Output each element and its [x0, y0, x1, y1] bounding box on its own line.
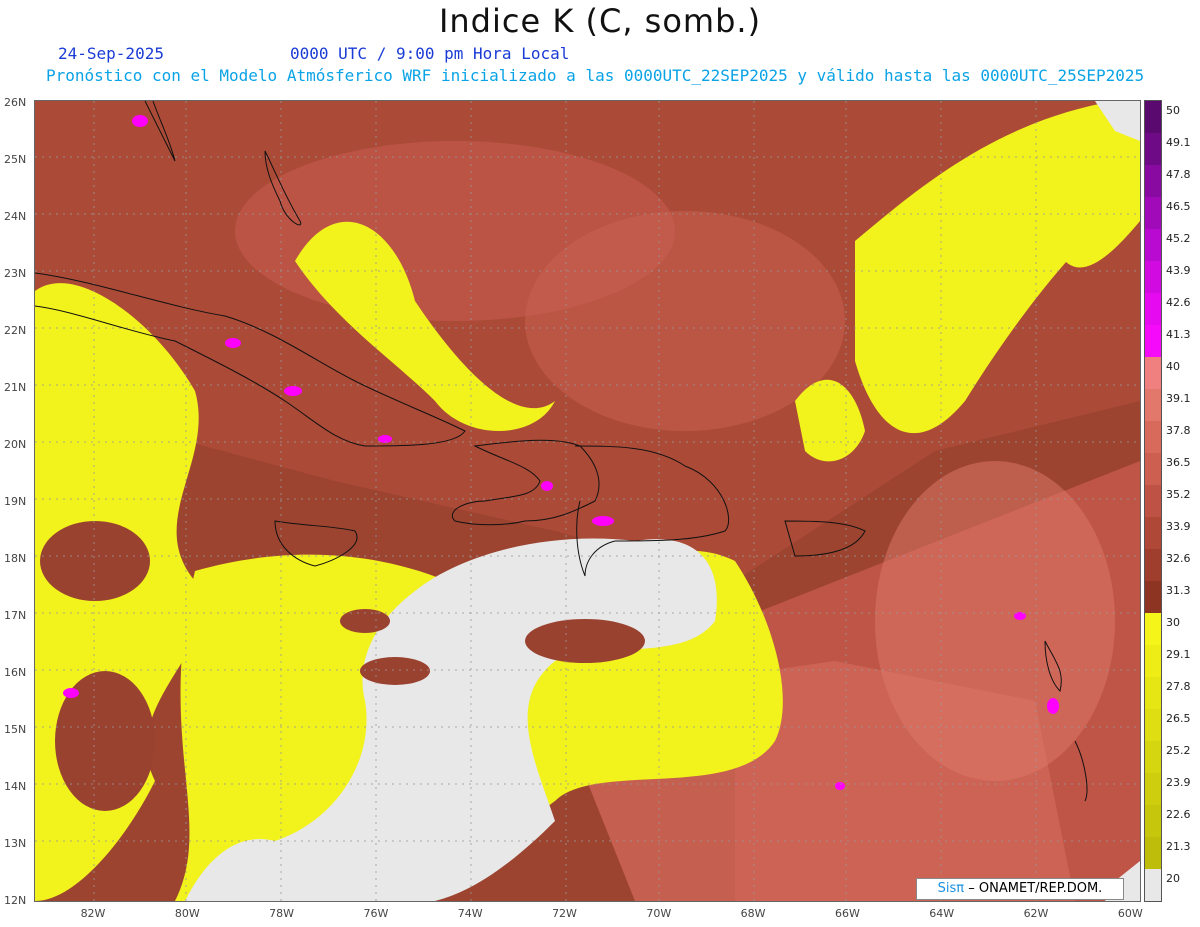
colorbar-segment: [1145, 101, 1161, 133]
latitude-label: 23N: [4, 267, 27, 280]
colorbar-tick-label: 26.5: [1166, 712, 1191, 725]
longitude-label: 60W: [1117, 907, 1143, 920]
colorbar-segment: [1145, 741, 1161, 773]
colorbar-segment: [1145, 773, 1161, 805]
colorbar-tick-label: 50: [1166, 104, 1180, 117]
longitude-label: 78W: [269, 907, 295, 920]
credit-box: Sisπ – ONAMET/REP.DOM.: [916, 878, 1124, 900]
colorbar-segment: [1145, 389, 1161, 421]
colorbar-segment: [1145, 709, 1161, 741]
colorbar-tick-label: 21.3: [1166, 840, 1191, 853]
latitude-label: 16N: [4, 666, 27, 679]
longitude-label: 68W: [740, 907, 766, 920]
latitude-label: 13N: [4, 837, 27, 850]
latitude-label: 14N: [4, 780, 27, 793]
colorbar-segment: [1145, 517, 1161, 549]
forecast-description: Pronóstico con el Modelo Atmósferico WRF…: [46, 66, 1145, 85]
colorbar-segment: [1145, 549, 1161, 581]
colorbar-segment: [1145, 645, 1161, 677]
colorbar-segment: [1145, 805, 1161, 837]
latitude-label: 19N: [4, 495, 27, 508]
longitude-label: 72W: [552, 907, 577, 920]
longitude-label: 66W: [834, 907, 860, 920]
colorbar-tick-label: 41.3: [1166, 328, 1191, 341]
colorbar-tick-label: 23.9: [1166, 776, 1191, 789]
colorbar-segment: [1145, 325, 1161, 357]
forecast-time: 0000 UTC / 9:00 pm Hora Local: [290, 44, 570, 63]
longitude-label: 74W: [457, 907, 483, 920]
colorbar-segment: [1145, 229, 1161, 261]
colorbar-tick-label: 32.6: [1166, 552, 1191, 565]
latitude-label: 15N: [4, 723, 27, 736]
credit-text: – ONAMET/REP.DOM.: [968, 881, 1103, 896]
colorbar-tick-label: 37.8: [1166, 424, 1191, 437]
k-index-field: [35, 101, 1140, 901]
colorbar-segment: [1145, 677, 1161, 709]
latitude-label: 12N: [4, 894, 27, 907]
colorbar-segment: [1145, 197, 1161, 229]
colorbar-segment: [1145, 357, 1161, 389]
colorbar-segment: [1145, 613, 1161, 645]
latitude-label: 20N: [4, 438, 27, 451]
colorbar-tick-label: 45.2: [1166, 232, 1191, 245]
colorbar-tick-label: 36.5: [1166, 456, 1191, 469]
colorbar-segment: [1145, 293, 1161, 325]
colorbar-tick-label: 49.1: [1166, 136, 1191, 149]
latitude-label: 24N: [4, 210, 27, 223]
colorbar-tick-label: 27.8: [1166, 680, 1191, 693]
colorbar-segment: [1145, 453, 1161, 485]
colorbar-tick-label: 29.1: [1166, 648, 1191, 661]
colorbar-tick-label: 46.5: [1166, 200, 1191, 213]
colorbar-tick-label: 47.8: [1166, 168, 1191, 181]
colorbar-segment: [1145, 133, 1161, 165]
colorbar-tick-label: 30: [1166, 616, 1180, 629]
longitude-label: 62W: [1023, 907, 1049, 920]
latitude-label: 17N: [4, 609, 27, 622]
colorbar-tick-label: 22.6: [1166, 808, 1191, 821]
longitude-label: 70W: [646, 907, 672, 920]
weather-map: [34, 100, 1141, 902]
longitude-label: 80W: [174, 907, 200, 920]
latitude-label: 22N: [4, 324, 27, 337]
colorbar: [1144, 100, 1162, 902]
forecast-date: 24-Sep-2025: [58, 44, 164, 63]
colorbar-tick-label: 42.6: [1166, 296, 1191, 309]
colorbar-segment: [1145, 581, 1161, 613]
colorbar-segment: [1145, 869, 1161, 901]
latitude-label: 18N: [4, 552, 27, 565]
colorbar-tick-label: 31.3: [1166, 584, 1191, 597]
colorbar-tick-label: 40: [1166, 360, 1180, 373]
colorbar-tick-label: 20: [1166, 872, 1180, 885]
colorbar-tick-label: 43.9: [1166, 264, 1191, 277]
latitude-label: 25N: [4, 153, 27, 166]
colorbar-segment: [1145, 485, 1161, 517]
colorbar-segment: [1145, 165, 1161, 197]
longitude-label: 64W: [929, 907, 955, 920]
colorbar-tick-label: 25.2: [1166, 744, 1191, 757]
colorbar-tick-label: 33.9: [1166, 520, 1191, 533]
longitude-label: 82W: [80, 907, 106, 920]
latitude-label: 21N: [4, 381, 27, 394]
colorbar-segment: [1145, 261, 1161, 293]
latitude-label: 26N: [4, 96, 27, 109]
credit-brand: Sisπ: [937, 881, 965, 896]
map-title: Indice K (C, somb.): [438, 2, 762, 40]
colorbar-tick-label: 39.1: [1166, 392, 1191, 405]
longitude-label: 76W: [363, 907, 389, 920]
colorbar-tick-label: 35.2: [1166, 488, 1191, 501]
colorbar-segment: [1145, 421, 1161, 453]
colorbar-segment: [1145, 837, 1161, 869]
